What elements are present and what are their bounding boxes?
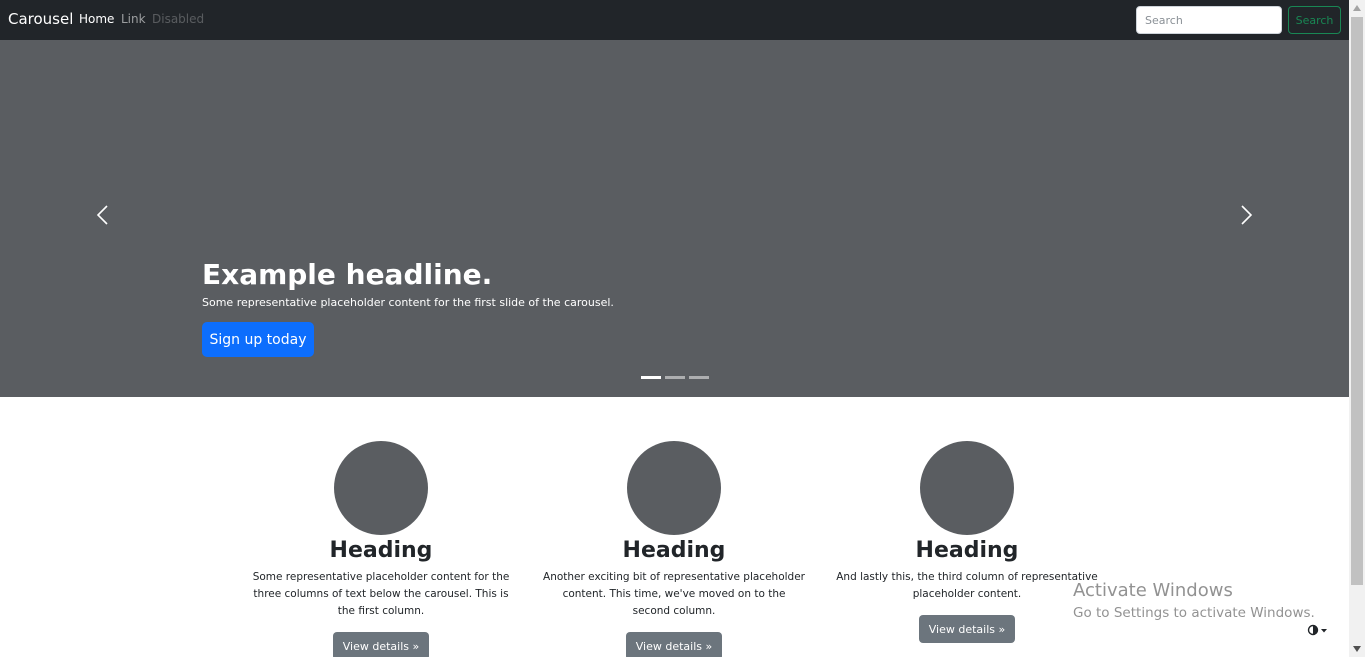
carousel: Example headline. Some representative pl… <box>0 40 1349 397</box>
scroll-up-arrow[interactable] <box>1349 0 1365 16</box>
carousel-caption: Some representative placeholder content … <box>202 296 614 309</box>
theme-toggle-button[interactable] <box>1306 622 1330 638</box>
caret-up-icon <box>1353 5 1361 11</box>
placeholder-image <box>920 441 1014 535</box>
marketing-column-1: Heading Some representative placeholder … <box>248 441 514 657</box>
caret-down-icon <box>1353 646 1361 652</box>
page: Carousel Home Link Disabled Search Examp… <box>0 0 1365 657</box>
placeholder-image <box>627 441 721 535</box>
carousel-indicator-3[interactable] <box>689 376 709 379</box>
watermark-subtitle: Go to Settings to activate Windows. <box>1073 605 1315 621</box>
carousel-prev-button[interactable] <box>90 195 114 235</box>
view-details-button[interactable]: View details » <box>625 632 723 657</box>
carousel-indicator-2[interactable] <box>665 376 685 379</box>
vertical-scrollbar[interactable] <box>1349 0 1365 657</box>
carousel-next-button[interactable] <box>1235 195 1259 235</box>
marketing-column-2: Heading Another exciting bit of represen… <box>541 441 807 657</box>
view-details-button[interactable]: View details » <box>918 615 1016 643</box>
column-heading: Heading <box>915 538 1019 563</box>
chevron-right-icon <box>1241 205 1253 225</box>
carousel-indicator-1[interactable] <box>641 376 661 379</box>
carousel-headline: Example headline. <box>202 258 493 291</box>
column-text: And lastly this, the third column of rep… <box>836 571 1098 600</box>
sign-up-button[interactable]: Sign up today <box>202 322 314 357</box>
watermark-title: Activate Windows <box>1073 580 1233 601</box>
navbar: Carousel Home Link Disabled Search <box>0 0 1349 40</box>
view-details-button[interactable]: View details » <box>332 632 430 657</box>
marketing-column-3: Heading And lastly this, the third colum… <box>834 441 1100 643</box>
scroll-down-arrow[interactable] <box>1349 641 1365 657</box>
scrollbar-thumb[interactable] <box>1351 17 1363 585</box>
column-heading: Heading <box>329 538 433 563</box>
nav-link-link[interactable]: Link <box>121 12 146 26</box>
column-text: Another exciting bit of representative p… <box>543 571 805 617</box>
chevron-left-icon <box>96 205 108 225</box>
activate-windows-watermark: Activate Windows Go to Settings to activ… <box>1073 580 1315 624</box>
placeholder-image <box>334 441 428 535</box>
column-heading: Heading <box>622 538 726 563</box>
navbar-brand[interactable]: Carousel <box>8 10 73 28</box>
column-text: Some representative placeholder content … <box>252 571 510 617</box>
contrast-icon <box>1307 624 1327 636</box>
nav-link-disabled: Disabled <box>152 12 205 26</box>
nav-link-home[interactable]: Home <box>79 12 114 26</box>
search-button[interactable]: Search <box>1288 6 1341 34</box>
search-input[interactable] <box>1136 6 1282 34</box>
